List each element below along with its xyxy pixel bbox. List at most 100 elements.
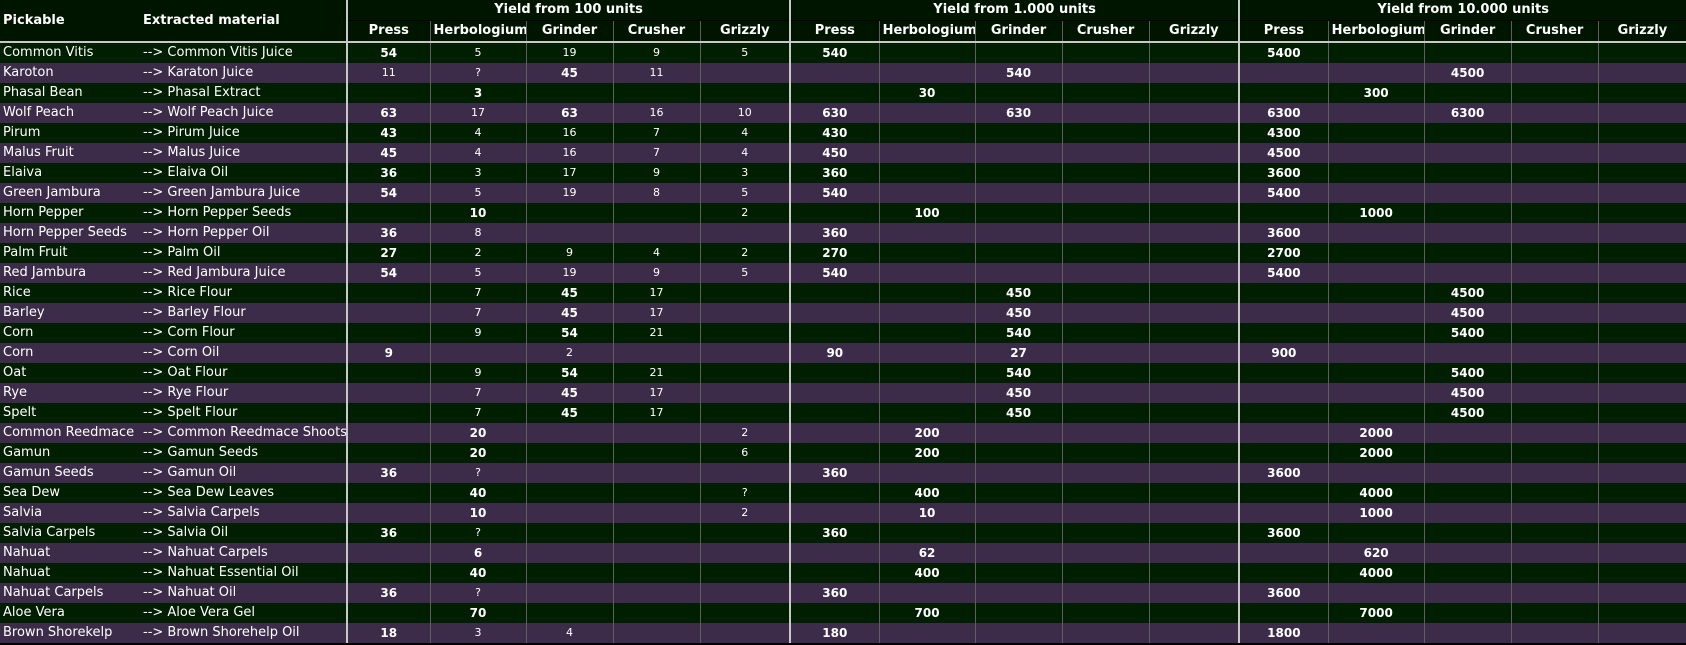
cell-y10k-crusher [1510, 83, 1599, 103]
header-tool-herbologium: Herbologium [878, 20, 976, 43]
cell-y100-press: 54 [346, 183, 430, 203]
cell-y10k-crusher [1510, 243, 1599, 263]
cell-y1k-crusher [1061, 103, 1150, 123]
cell-y100-crusher: 9 [612, 263, 700, 283]
cell-y100-crusher [612, 463, 700, 483]
table-row: Wolf Peach --> Wolf Peach Juice 63 17 63 16 10… [0, 103, 1686, 123]
cell-y1k-herbologium [878, 63, 976, 83]
cell-y100-herbologium: 6 [429, 543, 526, 563]
cell-y1k-press [789, 63, 880, 83]
cell-pickable: Corn [0, 343, 140, 363]
cell-y100-grinder: 19 [525, 263, 613, 283]
cell-y100-grinder [525, 543, 613, 563]
cell-y10k-press: 6300 [1238, 103, 1329, 123]
cell-y1k-grizzly [1148, 623, 1240, 643]
cell-y10k-grizzly [1597, 503, 1686, 523]
cell-y1k-herbologium [878, 143, 976, 163]
cell-y1k-grizzly [1148, 163, 1240, 183]
cell-y100-press: 36 [346, 523, 430, 543]
table-row: Spelt --> Spelt Flour 7 45 17 450 4500 [0, 403, 1686, 423]
cell-y100-grizzly [699, 223, 791, 243]
cell-y100-grinder: 45 [525, 303, 613, 323]
cell-y1k-grizzly [1148, 42, 1240, 63]
table-row: Gamun --> Gamun Seeds 20 6 200 2000 [0, 443, 1686, 463]
cell-pickable: Corn [0, 323, 140, 343]
cell-y1k-press [789, 383, 880, 403]
header-tool-herbologium: Herbologium [429, 20, 526, 43]
cell-y1k-grinder [974, 503, 1063, 523]
cell-y1k-grinder: 540 [974, 363, 1063, 383]
cell-y1k-grizzly [1148, 363, 1240, 383]
cell-y10k-herbologium [1327, 183, 1425, 203]
cell-y100-crusher: 11 [612, 63, 700, 83]
cell-y1k-grinder [974, 143, 1063, 163]
cell-pickable: Nahuat [0, 543, 140, 563]
cell-y1k-crusher [1061, 363, 1150, 383]
cell-y1k-grizzly [1148, 603, 1240, 623]
cell-y100-grizzly: ? [699, 483, 791, 503]
cell-y1k-herbologium [878, 623, 976, 643]
cell-y1k-grinder: 630 [974, 103, 1063, 123]
table-row: Common Reedmace --> Common Reedmace Shoot… [0, 423, 1686, 443]
cell-y100-press [346, 403, 430, 423]
cell-y100-herbologium: ? [429, 463, 526, 483]
cell-y1k-grinder [974, 463, 1063, 483]
cell-y100-herbologium: 7 [429, 283, 526, 303]
table-row: Salvia Carpels --> Salvia Oil 36? 360 3600 [0, 523, 1686, 543]
cell-pickable: Common Reedmace [0, 423, 140, 443]
cell-y1k-crusher [1061, 423, 1150, 443]
cell-y10k-grizzly [1597, 203, 1686, 223]
table-row: Elaiva --> Elaiva Oil 36 3 17 9 3 360 3600 [0, 163, 1686, 183]
cell-y100-grinder: 45 [525, 383, 613, 403]
cell-y100-herbologium: 9 [429, 323, 526, 343]
spreadsheet: Pickable Extracted material Yield from 1… [0, 0, 1686, 645]
cell-y100-press [346, 443, 430, 463]
cell-extracted-material: --> Pirum Juice [140, 123, 347, 143]
cell-y100-press: 54 [346, 263, 430, 283]
cell-y1k-crusher [1061, 263, 1150, 283]
cell-y1k-grinder [974, 563, 1063, 583]
cell-pickable: Pirum [0, 123, 140, 143]
cell-y1k-grinder [974, 603, 1063, 623]
cell-pickable: Palm Fruit [0, 243, 140, 263]
cell-extracted-material: --> Sea Dew Leaves [140, 483, 347, 503]
header-group-100: Yield from 100 units [345, 0, 791, 21]
header-row-groups: Pickable Extracted material Yield from 1… [0, 0, 1686, 43]
cell-y100-grinder [525, 443, 613, 463]
cell-y1k-press: 540 [789, 42, 880, 63]
cell-y1k-crusher [1061, 623, 1150, 643]
cell-y1k-grinder: 450 [974, 383, 1063, 403]
cell-y100-grinder [525, 483, 613, 503]
cell-y1k-crusher [1061, 163, 1150, 183]
cell-y1k-herbologium [878, 223, 976, 243]
cell-y1k-press [789, 483, 880, 503]
cell-y100-grinder: 54 [525, 323, 613, 343]
header-tool-grizzly: Grizzly [1597, 20, 1686, 43]
cell-y100-herbologium: 20 [429, 423, 526, 443]
cell-y100-herbologium: 40 [429, 483, 526, 503]
table-row: Horn Pepper --> Horn Pepper Seeds 10 2 100 10… [0, 203, 1686, 223]
cell-y10k-grinder [1423, 543, 1512, 563]
cell-y10k-grinder [1423, 583, 1512, 603]
cell-y100-crusher: 17 [612, 383, 700, 403]
cell-extracted-material: --> Horn Pepper Oil [140, 223, 347, 243]
cell-pickable: Sea Dew [0, 483, 140, 503]
cell-y10k-press [1238, 363, 1329, 383]
cell-pickable: Spelt [0, 403, 140, 423]
cell-y10k-grinder [1423, 623, 1512, 643]
cell-extracted-material: --> Rice Flour [140, 283, 347, 303]
cell-extracted-material: --> Barley Flour [140, 303, 347, 323]
table-row: Gamun Seeds --> Gamun Oil 36? 360 3600 [0, 463, 1686, 483]
header-tool-press: Press [346, 20, 430, 43]
cell-y100-press [346, 363, 430, 383]
cell-y10k-grinder: 4500 [1423, 403, 1512, 423]
cell-y100-press [346, 383, 430, 403]
cell-extracted-material: --> Corn Flour [140, 323, 347, 343]
cell-pickable: Nahuat Carpels [0, 583, 140, 603]
cell-y1k-crusher [1061, 123, 1150, 143]
cell-y1k-grizzly [1148, 463, 1240, 483]
cell-y1k-grinder [974, 443, 1063, 463]
cell-y10k-herbologium [1327, 343, 1425, 363]
cell-y100-crusher [612, 563, 700, 583]
header-tool-grinder: Grinder [974, 20, 1063, 43]
